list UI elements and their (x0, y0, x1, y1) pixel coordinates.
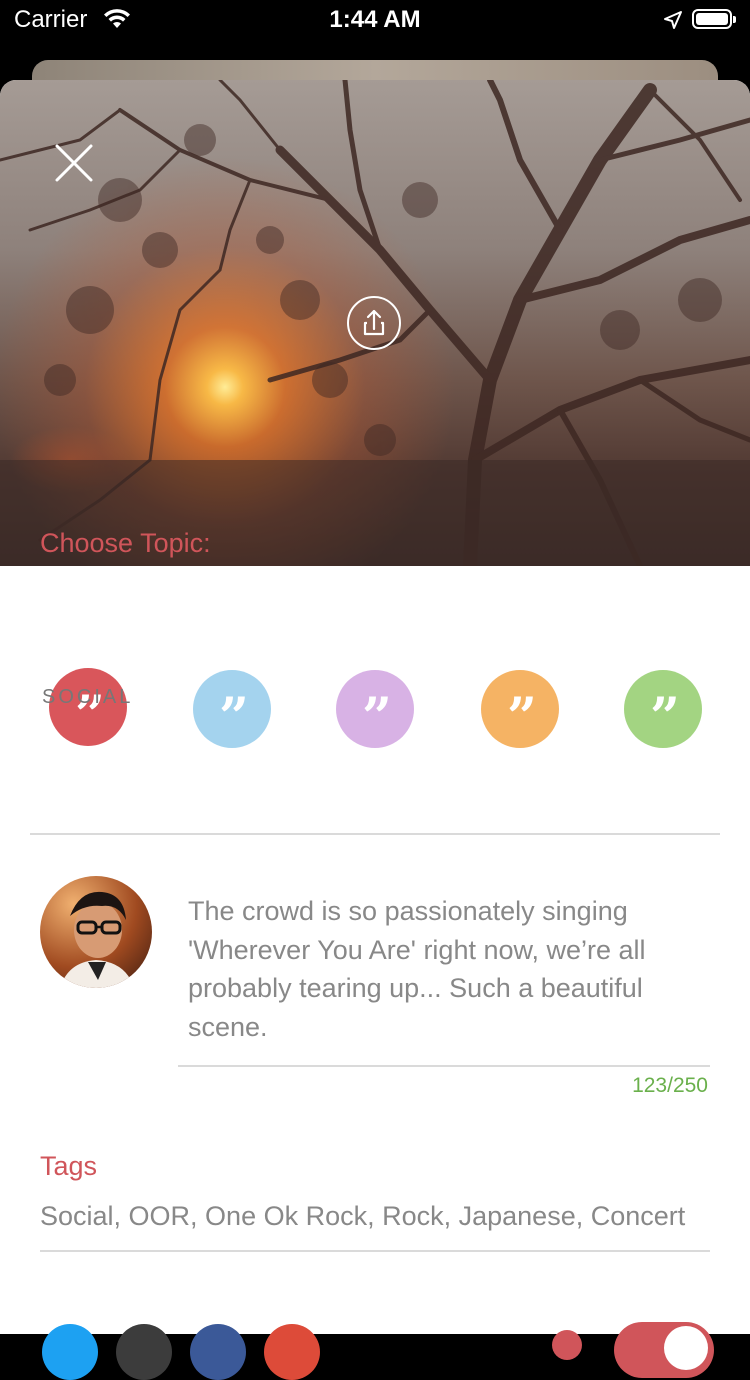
status-bar: Carrier 1:44 AM (0, 0, 750, 40)
tumblr-icon[interactable] (116, 1324, 172, 1380)
avatar (40, 876, 152, 988)
quote-icon: ” (362, 687, 392, 748)
selected-topic-label: SOCIAL (42, 686, 134, 708)
topic-blue-button[interactable]: ” (193, 670, 271, 748)
close-icon[interactable] (54, 143, 94, 183)
clock: 1:44 AM (329, 6, 421, 33)
post-text-underline (178, 1065, 710, 1067)
battery-icon (692, 9, 736, 29)
cover-photo[interactable] (0, 80, 750, 566)
topic-purple-button[interactable]: ” (336, 670, 414, 748)
topic-green-button[interactable]: ” (624, 670, 702, 748)
share-button[interactable] (347, 296, 401, 350)
topic-orange-button[interactable]: ” (481, 670, 559, 748)
visibility-toggle[interactable] (614, 1322, 714, 1378)
choose-topic-label: Choose Topic: (40, 528, 211, 558)
facebook-icon[interactable] (190, 1324, 246, 1380)
tags-label: Tags (40, 1151, 98, 1181)
toggle-knob (664, 1326, 708, 1370)
tags-underline (40, 1250, 710, 1252)
location-arrow-icon (664, 11, 682, 29)
google-plus-icon[interactable] (264, 1324, 320, 1380)
quote-icon: ” (650, 687, 680, 748)
quote-icon: ” (219, 687, 249, 748)
quote-icon: ” (507, 687, 537, 748)
section-divider (30, 833, 720, 835)
tags-input[interactable]: Social, OOR, One Ok Rock, Rock, Japanese… (40, 1201, 685, 1232)
post-text-area[interactable]: The crowd is so passionately singing 'Wh… (188, 892, 698, 1046)
share-icon (363, 309, 385, 336)
status-dot-icon (552, 1330, 582, 1360)
twitter-icon[interactable] (42, 1324, 98, 1380)
avatar-portrait (60, 891, 134, 988)
character-counter: 123/250 (632, 1074, 708, 1097)
